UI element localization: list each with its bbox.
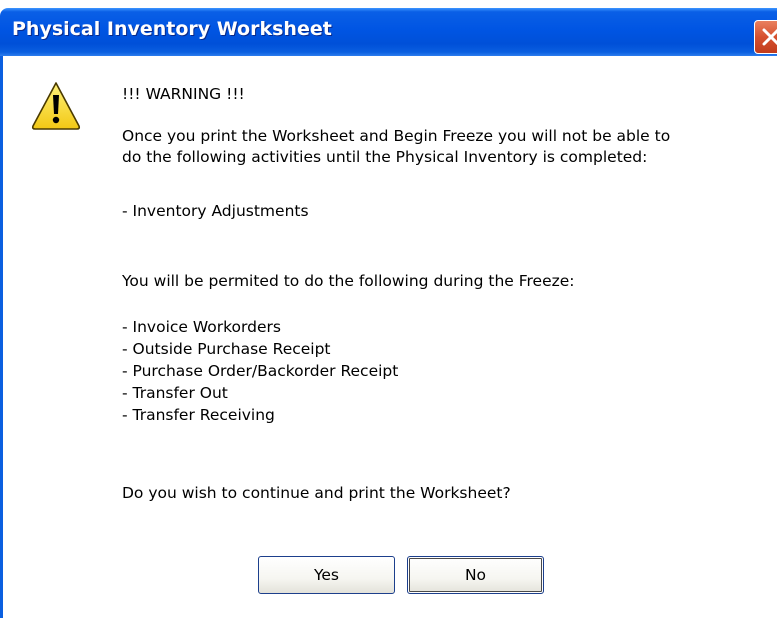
permitted-item: - Transfer Out — [122, 384, 228, 402]
dialog-window: Physical Inventory Worksheet !!! WARNING… — [0, 0, 777, 618]
permitted-intro: You will be permited to do the following… — [122, 272, 575, 290]
confirm-question: Do you wish to continue and print the Wo… — [122, 484, 511, 502]
close-icon — [762, 28, 777, 46]
warning-icon — [31, 82, 81, 130]
permitted-item: - Purchase Order/Backorder Receipt — [122, 362, 399, 380]
close-button[interactable] — [754, 20, 777, 54]
yes-button[interactable]: Yes — [258, 556, 395, 594]
intro-line-2: do the following activities until the Ph… — [122, 148, 648, 166]
permitted-item: - Outside Purchase Receipt — [122, 340, 331, 358]
window-title: Physical Inventory Worksheet — [12, 18, 332, 40]
permitted-item: - Invoice Workorders — [122, 318, 281, 336]
warning-heading: !!! WARNING !!! — [122, 85, 245, 103]
title-bar[interactable]: Physical Inventory Worksheet — [0, 8, 777, 56]
no-button[interactable]: No — [407, 556, 544, 594]
intro-line-1: Once you print the Worksheet and Begin F… — [122, 127, 671, 145]
permitted-item: - Transfer Receiving — [122, 406, 275, 424]
blocked-item: - Inventory Adjustments — [122, 202, 309, 220]
